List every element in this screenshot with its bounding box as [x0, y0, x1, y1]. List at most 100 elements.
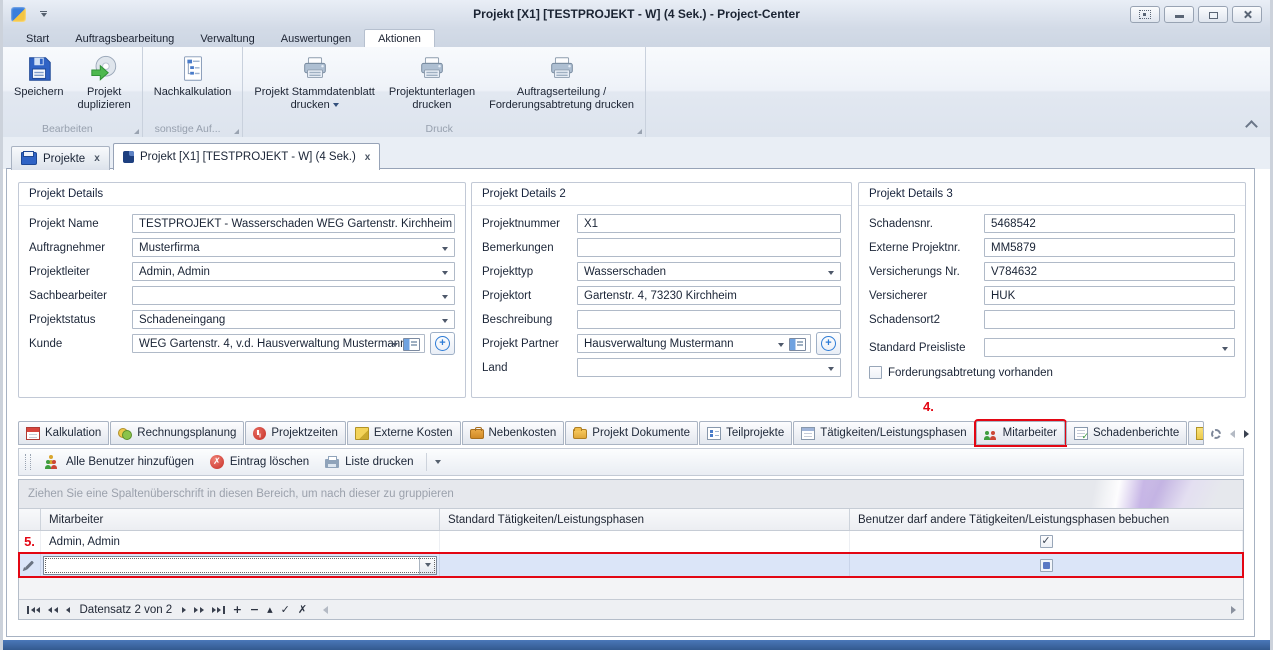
toolbar-grip[interactable]: [25, 454, 31, 470]
document-tab-band: Projekte x Projekt [X1] [TESTPROJEKT - W…: [3, 137, 1270, 169]
dialog-launcher-icon[interactable]: [134, 129, 139, 134]
nav-delete-button[interactable]: −: [246, 603, 263, 616]
eintrag-loeschen-button[interactable]: ✗ Eintrag löschen: [202, 452, 317, 472]
nav-edit-button[interactable]: ▴: [263, 603, 277, 616]
cell-allow-other[interactable]: [850, 531, 1243, 552]
land-dropdown[interactable]: [577, 358, 841, 377]
group-by-panel[interactable]: Ziehen Sie eine Spaltenüberschrift in di…: [19, 480, 1243, 509]
dialog-launcher-icon[interactable]: [637, 129, 642, 134]
schadensnr-input[interactable]: 5468542: [984, 214, 1235, 233]
mitarbeiter-combobox[interactable]: [43, 556, 437, 575]
projektnummer-input[interactable]: X1: [577, 214, 841, 233]
panel-projekt-details: Projekt Details Projekt Name TESTPROJEKT…: [18, 182, 466, 398]
doc-tab-projekt-x1[interactable]: Projekt [X1] [TESTPROJEKT - W] (4 Sek.) …: [113, 143, 380, 170]
allow-other-checkbox-checked[interactable]: [1040, 535, 1053, 548]
restore-button[interactable]: [1198, 6, 1228, 23]
speichern-button[interactable]: Speichern: [7, 50, 71, 101]
close-tab-icon[interactable]: x: [94, 153, 100, 164]
nav-next-page-button[interactable]: [190, 602, 208, 618]
externe-projektnr-input[interactable]: MM5879: [984, 238, 1235, 257]
kunde-lookup[interactable]: WEG Gartenstr. 4, v.d. Hausverwaltung Mu…: [132, 334, 425, 353]
tab-aufmass-truncated[interactable]: Au: [1188, 421, 1204, 445]
cell-standard-edit[interactable]: [440, 553, 850, 577]
nav-prev-button[interactable]: [62, 602, 74, 618]
forderungsabtretung-checkbox[interactable]: [869, 366, 882, 379]
scroll-tabs-right-icon[interactable]: [1244, 430, 1249, 438]
tab-teilprojekte[interactable]: Teilprojekte: [699, 421, 792, 445]
cell-mitarbeiter-edit[interactable]: [41, 553, 440, 577]
minimize-icon: [1175, 15, 1184, 18]
projekt-partner-lookup[interactable]: Hausverwaltung Mustermann: [577, 334, 811, 353]
tab-projekt-dokumente[interactable]: Projekt Dokumente: [565, 421, 698, 445]
projekttyp-dropdown[interactable]: Wasserschaden: [577, 262, 841, 281]
scroll-tabs-left-icon[interactable]: [1230, 430, 1235, 438]
printer-icon: [300, 52, 330, 86]
panel-title: Projekt Details 3: [859, 183, 1245, 206]
ribbon-tab-aktionen[interactable]: Aktionen: [364, 29, 435, 47]
gear-icon[interactable]: [1211, 429, 1221, 439]
tab-externe-kosten[interactable]: Externe Kosten: [347, 421, 461, 445]
beschreibung-input[interactable]: [577, 310, 841, 329]
tab-projektzeiten[interactable]: Projektzeiten: [245, 421, 345, 445]
nav-post-button[interactable]: ✓: [277, 603, 294, 616]
contact-card-icon[interactable]: [789, 338, 806, 351]
projektunterlagen-drucken-button[interactable]: Projektunterlagen drucken: [382, 50, 482, 113]
alle-benutzer-hinzufuegen-button[interactable]: Alle Benutzer hinzufügen: [37, 453, 202, 472]
auftragserteilung-drucken-button[interactable]: Auftragserteilung / Forderungsabtretung …: [482, 50, 641, 113]
nav-next-button[interactable]: [178, 602, 190, 618]
nav-prev-page-button[interactable]: [44, 602, 62, 618]
column-header-mitarbeiter[interactable]: Mitarbeiter: [41, 509, 440, 530]
ribbon-tab-auftragsbearbeitung[interactable]: Auftragsbearbeitung: [62, 30, 187, 47]
add-partner-button[interactable]: +: [816, 332, 841, 355]
schadensort2-input[interactable]: [984, 310, 1235, 329]
close-tab-icon[interactable]: x: [365, 152, 371, 163]
tab-schadenberichte[interactable]: Schadenberichte: [1066, 421, 1187, 445]
tab-nebenkosten[interactable]: Nebenkosten: [462, 421, 565, 445]
tab-kalkulation[interactable]: Kalkulation: [18, 421, 109, 445]
doc-tab-projekte[interactable]: Projekte x: [11, 146, 110, 170]
allow-other-checkbox-indeterminate[interactable]: [1040, 559, 1053, 572]
tab-rechnungsplanung[interactable]: Rechnungsplanung: [110, 421, 244, 445]
toolbar-overflow-button[interactable]: [431, 452, 446, 472]
contact-card-icon[interactable]: [403, 338, 420, 351]
hscroll-left-icon[interactable]: [323, 606, 328, 614]
nachkalkulation-button[interactable]: Nachkalkulation: [147, 50, 239, 101]
column-header-benutzer-darf[interactable]: Benutzer darf andere Tätigkeiten/Leistun…: [850, 509, 1243, 530]
projektleiter-dropdown[interactable]: Admin, Admin: [132, 262, 455, 281]
projektort-input[interactable]: Gartenstr. 4, 73230 Kirchheim: [577, 286, 841, 305]
versicherungs-nr-input[interactable]: V784632: [984, 262, 1235, 281]
projekt-duplizieren-button[interactable]: Projekt duplizieren: [71, 50, 138, 113]
nav-append-button[interactable]: +: [229, 603, 246, 616]
column-header-standard-taetigkeiten[interactable]: Standard Tätigkeiten/Leistungsphasen: [440, 509, 850, 530]
hscroll-right-icon[interactable]: [1231, 606, 1236, 614]
nav-last-button[interactable]: [208, 602, 229, 618]
standard-preisliste-dropdown[interactable]: [984, 338, 1235, 357]
collapse-ribbon-icon[interactable]: [1245, 120, 1258, 133]
combobox-dropdown-button[interactable]: [419, 557, 436, 574]
nav-first-button[interactable]: [23, 602, 44, 618]
tab-mitarbeiter[interactable]: Mitarbeiter: [976, 421, 1065, 445]
sachbearbeiter-dropdown[interactable]: [132, 286, 455, 305]
ribbon-tab-verwaltung[interactable]: Verwaltung: [187, 30, 267, 47]
tab-taetigkeiten-leistungsphasen[interactable]: Tätigkeiten/Leistungsphasen: [793, 421, 974, 445]
cell-mitarbeiter[interactable]: Admin, Admin: [41, 531, 440, 552]
minimize-button[interactable]: [1164, 6, 1194, 23]
liste-drucken-button[interactable]: Liste drucken: [317, 453, 421, 471]
cell-allow-other-edit[interactable]: [850, 553, 1243, 577]
bemerkungen-input[interactable]: [577, 238, 841, 257]
add-kunde-button[interactable]: +: [430, 332, 455, 355]
nav-cancel-button[interactable]: ✗: [294, 603, 311, 616]
fit-window-button[interactable]: [1130, 6, 1160, 23]
stammdatenblatt-drucken-button[interactable]: Projekt Stammdatenblatt drucken: [247, 50, 381, 113]
close-button[interactable]: [1232, 6, 1262, 23]
cell-standard-taetigkeiten[interactable]: [440, 531, 850, 552]
grid-edit-row[interactable]: [19, 553, 1243, 577]
versicherer-input[interactable]: HUK: [984, 286, 1235, 305]
dialog-launcher-icon[interactable]: [234, 129, 239, 134]
projektstatus-dropdown[interactable]: Schadeneingang: [132, 310, 455, 329]
projekt-name-input[interactable]: TESTPROJEKT - Wasserschaden WEG Gartenst…: [132, 214, 455, 233]
ribbon-tab-auswertungen[interactable]: Auswertungen: [268, 30, 364, 47]
ribbon-tab-start[interactable]: Start: [13, 30, 62, 47]
grid-row-admin[interactable]: 5. Admin, Admin: [19, 531, 1243, 553]
auftragnehmer-dropdown[interactable]: Musterfirma: [132, 238, 455, 257]
